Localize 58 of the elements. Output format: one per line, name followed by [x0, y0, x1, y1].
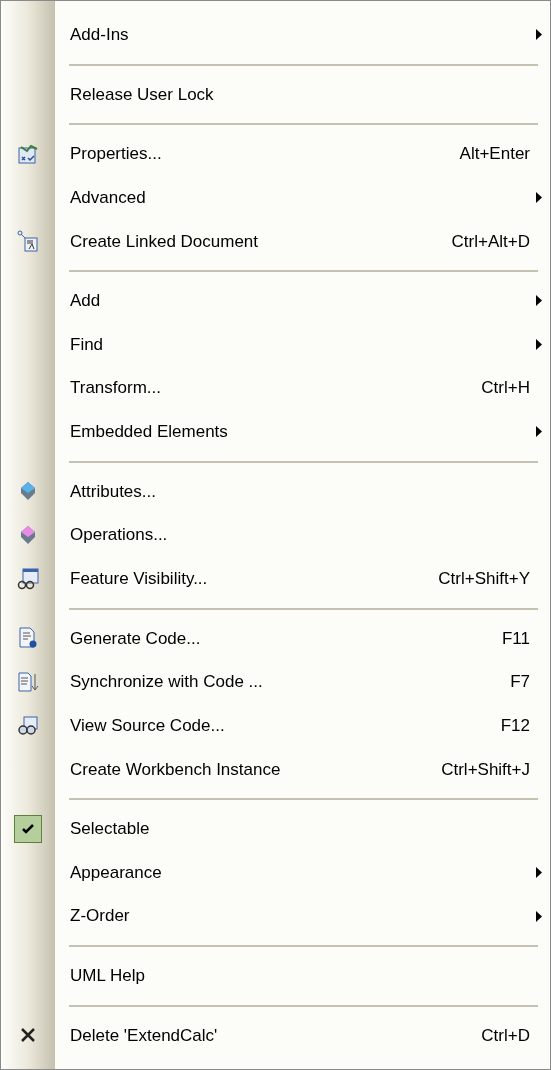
menu-item[interactable]: UML Help: [1, 953, 550, 998]
shortcut-label: Ctrl+Shift+J: [441, 758, 530, 781]
menu-item[interactable]: Add-Ins: [1, 13, 550, 57]
glasses-window-icon: [17, 567, 39, 590]
menu-label: Find: [70, 333, 104, 356]
shortcut-label: Ctrl+D: [481, 1024, 530, 1047]
menu-label: View Source Code...: [70, 714, 225, 737]
menu-item[interactable]: Add: [1, 279, 550, 323]
menu-item[interactable]: Z-Order: [1, 894, 550, 938]
shortcut-label: Alt+Enter: [459, 143, 530, 166]
menu-label: Create Workbench Instance: [70, 758, 281, 781]
menu-label: Z-Order: [70, 905, 130, 928]
shortcut-label: F11: [501, 627, 530, 650]
menu-label: UML Help: [70, 964, 145, 987]
menu-label: Feature Visibility...: [70, 567, 208, 590]
shortcut-label: Ctrl+Alt+D: [451, 230, 530, 253]
menu-label: Properties...: [70, 143, 162, 166]
menu-item[interactable]: Create Workbench Instance Ctrl+Shift+J: [1, 747, 550, 792]
menu-item[interactable]: Embedded Elements: [1, 410, 550, 454]
gem-icon: [20, 481, 36, 502]
menu-label: Advanced: [70, 186, 146, 209]
menu-item[interactable]: Create Linked Document Ctrl+Alt+D: [1, 219, 550, 264]
menu-label: Create Linked Document: [70, 230, 259, 253]
menu-label: Add: [70, 290, 101, 313]
menu-item[interactable]: Delete 'ExtendCalc' Ctrl+D: [1, 1013, 550, 1058]
menu-label: Attributes...: [70, 480, 156, 503]
menu-label: Synchronize with Code ...: [70, 671, 263, 694]
menu-label: Appearance: [70, 861, 162, 884]
shortcut-label: Ctrl+H: [481, 377, 530, 400]
shortcut-label: Ctrl+Shift+Y: [438, 567, 530, 590]
menu-label: Generate Code...: [70, 627, 201, 650]
menu-label: Release User Lock: [70, 83, 214, 106]
document-arrow-icon: [17, 670, 39, 693]
properties-icon: [17, 142, 39, 165]
shortcut-label: F12: [500, 714, 530, 737]
menu-item[interactable]: Operations...: [1, 513, 550, 557]
menu-item[interactable]: Synchronize with Code ... F7: [1, 660, 550, 704]
menu-label: Selectable: [70, 818, 150, 841]
linked-document-icon: [17, 230, 39, 253]
gem-icon: [20, 525, 36, 546]
menu-item[interactable]: Transform... Ctrl+H: [1, 366, 550, 410]
menu-label: Embedded Elements: [70, 421, 228, 444]
menu-item[interactable]: Advanced: [1, 175, 550, 220]
menu-item[interactable]: View Source Code... F12: [1, 703, 550, 748]
menu-label: Add-Ins: [70, 24, 129, 47]
shortcut-label: F7: [510, 671, 530, 694]
menu-label: Transform...: [70, 377, 161, 400]
menu-item[interactable]: Appearance: [1, 850, 550, 895]
menu-item[interactable]: Feature Visibility... Ctrl+Shift+Y: [1, 556, 550, 601]
menu-label: Operations...: [70, 524, 168, 547]
menu-item[interactable]: Generate Code... F11: [1, 616, 550, 661]
menu-item[interactable]: Selectable: [1, 807, 550, 851]
menu-label: Delete 'ExtendCalc': [70, 1024, 218, 1047]
menu-item[interactable]: Find: [1, 322, 550, 367]
menu-item[interactable]: Release User Lock: [1, 72, 550, 117]
glasses-document-icon: [17, 714, 39, 737]
menu-item[interactable]: Properties... Alt+Enter: [1, 132, 550, 176]
menu-item[interactable]: Attributes...: [1, 469, 550, 514]
